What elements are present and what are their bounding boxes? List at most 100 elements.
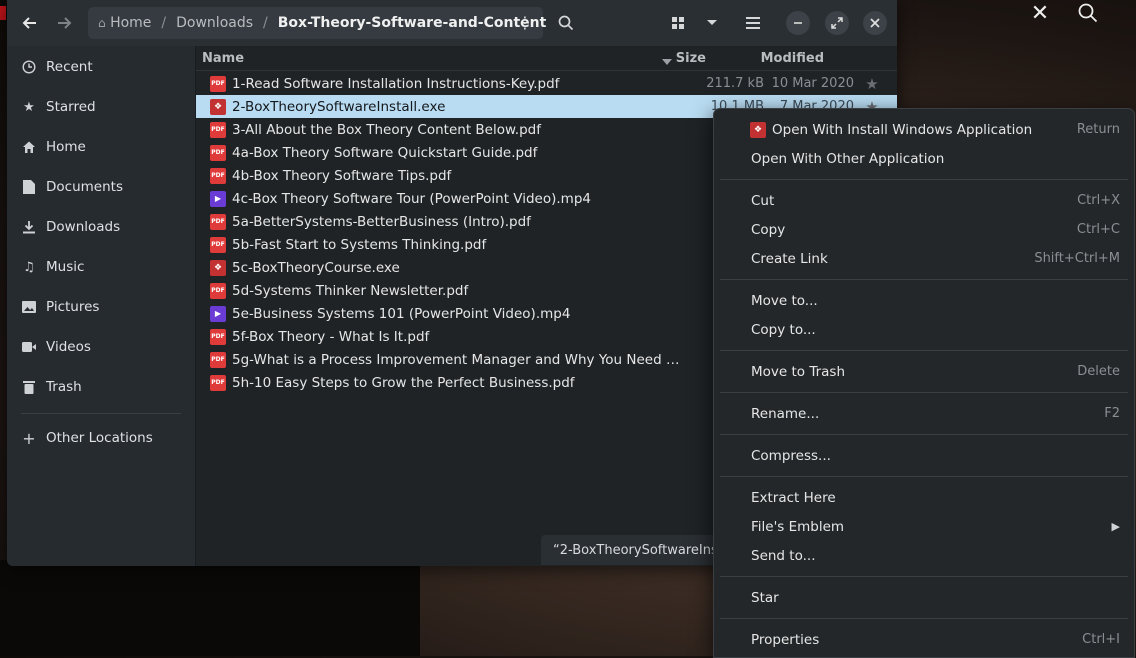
file-modified: 10 Mar 2020 [771,76,854,91]
back-arrow-icon[interactable] [15,8,45,38]
sidebar-divider [21,413,181,414]
headerbar: ⌂ Home / Downloads / Box-Theory-Software… [7,0,897,46]
file-name: 5h-10 Easy Steps to Grow the Perfect Bus… [232,374,575,391]
breadcrumb-downloads[interactable]: Downloads [170,15,259,31]
grid-view-icon[interactable] [663,8,693,38]
pdf-file-icon: PDF [210,236,226,253]
menu-item-star[interactable]: Star [714,583,1134,612]
menu-accelerator: F2 [1104,406,1120,421]
breadcrumb-separator: / [263,15,268,31]
sidebar-item-videos[interactable]: Videos [7,327,195,367]
windows-app-icon: ❖ [750,121,766,138]
chevron-right-icon: ▶ [1111,520,1120,533]
search-icon[interactable] [1068,0,1108,26]
menu-separator [720,576,1128,577]
menu-accelerator: Ctrl+X [1077,193,1120,208]
clock-icon [21,59,37,75]
home-icon: ⌂ [98,16,106,30]
pdf-file-icon: PDF [210,282,226,299]
top-panel-right: ✕ [1010,0,1136,26]
music-icon: ♫ [23,259,35,275]
menu-item-files-emblem[interactable]: File's Emblem ▶ [714,512,1134,541]
forward-arrow-icon[interactable] [49,8,79,38]
menu-item-rename[interactable]: Rename... F2 [714,399,1134,428]
file-name: 5g-What is a Process Improvement Manager… [232,351,688,368]
menu-item-properties[interactable]: Properties Ctrl+I [714,625,1134,654]
close-icon[interactable] [863,11,887,35]
file-name: 5a-BetterSystems-BetterBusiness (Intro).… [232,213,531,230]
pdf-file-icon: PDF [210,167,226,184]
column-modified[interactable]: Modified [706,51,824,66]
table-row[interactable]: PDF 1-Read Software Installation Instruc… [196,72,897,95]
menu-accelerator: Delete [1077,364,1120,379]
menu-accelerator: Ctrl+C [1076,222,1120,237]
file-name: 5c-BoxTheoryCourse.exe [232,259,400,276]
pdf-file-icon: PDF [210,144,226,161]
hamburger-menu-icon[interactable] [738,8,768,38]
menu-separator [720,279,1128,280]
sidebar-item-recent[interactable]: Recent [7,47,195,87]
sidebar-item-label: Recent [46,59,93,75]
sidebar-item-pictures[interactable]: Pictures [7,287,195,327]
windows-app-icon: ❖ [210,259,226,276]
sidebar-item-other-locations[interactable]: + Other Locations [7,420,195,456]
sidebar: Recent ★ Starred Home Documents Download… [7,46,196,566]
file-name: 5b-Fast Start to Systems Thinking.pdf [232,236,487,253]
star-icon[interactable]: ★ [854,75,890,93]
menu-item-compress[interactable]: Compress... [714,441,1134,470]
menu-item-open-with-install[interactable]: ❖ Open With Install Windows Application … [714,115,1134,144]
sidebar-item-starred[interactable]: ★ Starred [7,87,195,127]
sidebar-item-home[interactable]: Home [7,127,195,167]
sidebar-item-documents[interactable]: Documents [7,167,195,207]
close-icon[interactable]: ✕ [1020,0,1060,26]
file-name: 4c-Box Theory Software Tour (PowerPoint … [232,190,591,207]
menu-separator [720,476,1128,477]
video-icon [21,339,37,355]
column-headers: Name Size Modified [196,46,897,71]
menu-item-cut[interactable]: Cut Ctrl+X [714,186,1134,215]
pdf-file-icon: PDF [210,328,226,345]
file-name: 1-Read Software Installation Instruction… [232,75,560,92]
sidebar-item-label: Other Locations [46,430,153,446]
menu-item-open-with-other[interactable]: Open With Other Application [714,144,1134,173]
minimize-icon[interactable] [786,11,810,35]
home-icon [21,139,37,155]
pdf-file-icon: PDF [210,374,226,391]
column-name[interactable]: Name [196,51,672,66]
sidebar-item-label: Videos [46,339,91,355]
star-icon: ★ [23,99,35,115]
file-name: 2-BoxTheorySoftwareInstall.exe [232,98,446,115]
desktop-background [0,560,420,656]
search-icon[interactable] [551,8,581,38]
breadcrumb-current[interactable]: Box-Theory-Software-and-Content [272,15,553,31]
menu-item-send-to[interactable]: Send to... [714,541,1134,570]
menu-separator [720,350,1128,351]
sidebar-item-trash[interactable]: Trash [7,367,195,407]
kebab-menu-icon[interactable]: ⋮ [517,15,533,31]
menu-item-move-to-trash[interactable]: Move to Trash Delete [714,357,1134,386]
document-icon [21,179,37,195]
pdf-file-icon: PDF [210,121,226,138]
sidebar-item-music[interactable]: ♫ Music [7,247,195,287]
menu-accelerator: Ctrl+I [1082,632,1120,647]
picture-icon [21,299,37,315]
breadcrumb-home[interactable]: ⌂ Home [88,15,157,31]
maximize-icon[interactable] [825,11,849,35]
menu-item-extract-here[interactable]: Extract Here [714,483,1134,512]
plus-icon: + [22,428,36,448]
menu-separator [720,434,1128,435]
sidebar-item-downloads[interactable]: Downloads [7,207,195,247]
menu-item-create-link[interactable]: Create Link Shift+Ctrl+M [714,244,1134,273]
trash-icon [21,379,37,395]
breadcrumb-separator: / [161,15,167,31]
context-menu: ❖ Open With Install Windows Application … [713,108,1135,658]
file-name: 4b-Box Theory Software Tips.pdf [232,167,452,184]
sidebar-item-label: Music [46,259,85,275]
chevron-down-icon[interactable] [697,8,727,38]
sidebar-item-label: Starred [46,99,96,115]
file-name: 5f-Box Theory - What Is It.pdf [232,328,430,345]
menu-item-copy[interactable]: Copy Ctrl+C [714,215,1134,244]
menu-item-move-to[interactable]: Move to... [714,286,1134,315]
menu-item-copy-to[interactable]: Copy to... [714,315,1134,344]
file-size: 211.7 kB [706,76,764,91]
